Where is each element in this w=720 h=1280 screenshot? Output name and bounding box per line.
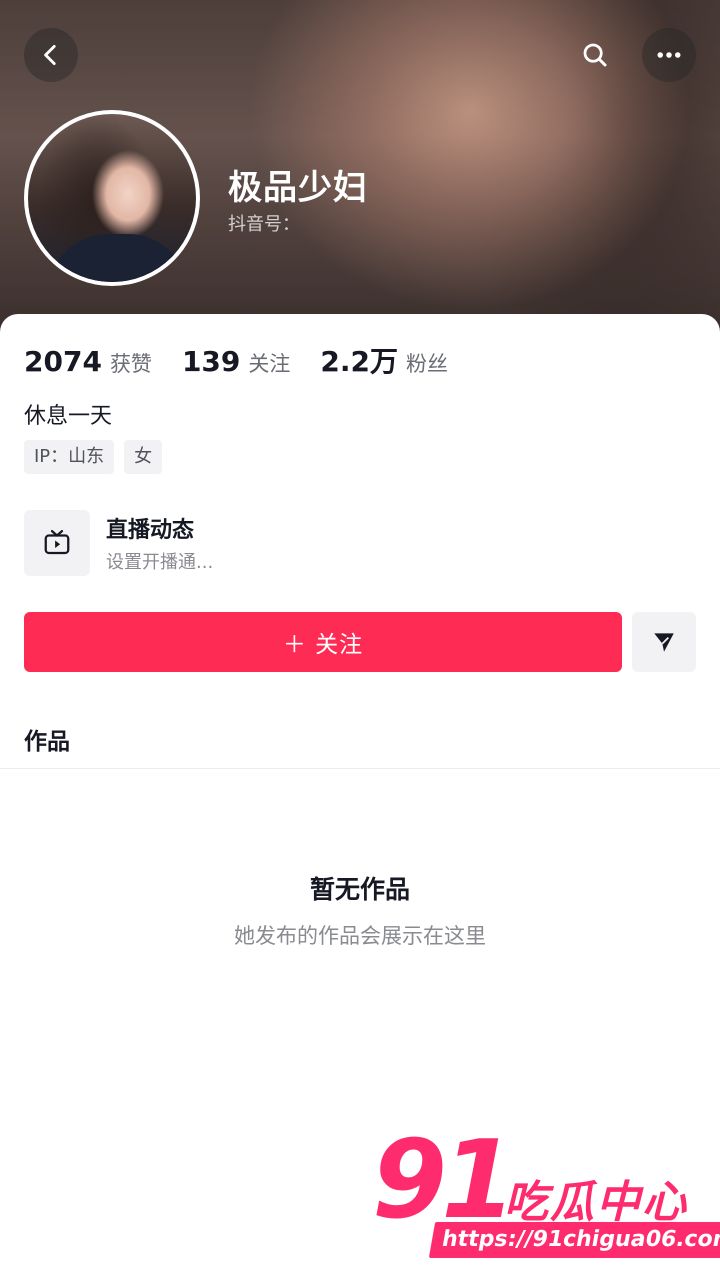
chevron-left-icon: [44, 44, 56, 66]
avatar-shoulders: [48, 234, 188, 282]
live-title: 直播动态: [106, 518, 195, 543]
follow-button[interactable]: ＋ 关注: [24, 612, 622, 672]
live-tv-icon-box: [24, 510, 90, 576]
stat-likes-label: 获赞: [109, 352, 152, 376]
live-feed-entry[interactable]: 直播动态 设置开播通...: [24, 510, 696, 578]
empty-state-title: 暂无作品: [309, 875, 410, 904]
stat-followers-value: 2.2万: [320, 345, 398, 378]
live-subtitle: 设置开播通...: [106, 552, 214, 573]
stats-row: 2074 获赞 139 关注 2.2万 粉丝: [24, 340, 478, 380]
back-button[interactable]: [24, 28, 78, 82]
empty-state-subtitle: 她发布的作品会展示在这里: [234, 924, 486, 948]
username: 极品少妇: [228, 168, 368, 208]
search-button[interactable]: [568, 28, 622, 82]
bio-text: 休息一天: [24, 404, 113, 429]
watermark-number: 91: [372, 1118, 516, 1243]
stat-likes-value: 2074: [24, 345, 102, 378]
watermark-text: 吃瓜中心: [504, 1177, 688, 1228]
stat-likes[interactable]: 2074 获赞: [24, 345, 152, 378]
more-options-button[interactable]: [642, 28, 696, 82]
send-icon: [654, 633, 674, 652]
stat-followers-label: 粉丝: [406, 352, 448, 376]
divider: [0, 768, 720, 769]
account-id: 抖音号：: [228, 214, 300, 235]
avatar[interactable]: [24, 110, 200, 286]
watermark: 91 吃瓜中心 https://91chigua06.com: [372, 1118, 720, 1266]
stat-following-label: 关注: [248, 352, 291, 376]
tag-list: IP：山东 女: [24, 440, 172, 474]
share-button[interactable]: [632, 612, 696, 672]
tab-works[interactable]: 作品: [24, 722, 70, 756]
tv-play-icon: [44, 530, 70, 555]
tag-ip-location: IP：山东: [24, 440, 115, 474]
stat-followers[interactable]: 2.2万 粉丝: [320, 340, 448, 380]
tag-gender: 女: [124, 440, 163, 474]
watermark-url: https://91chigua06.com: [428, 1222, 720, 1258]
more-dots-icon: [657, 52, 681, 58]
stat-following[interactable]: 139 关注: [182, 345, 290, 378]
stat-following-value: 139: [181, 345, 241, 378]
search-icon: [583, 43, 607, 67]
